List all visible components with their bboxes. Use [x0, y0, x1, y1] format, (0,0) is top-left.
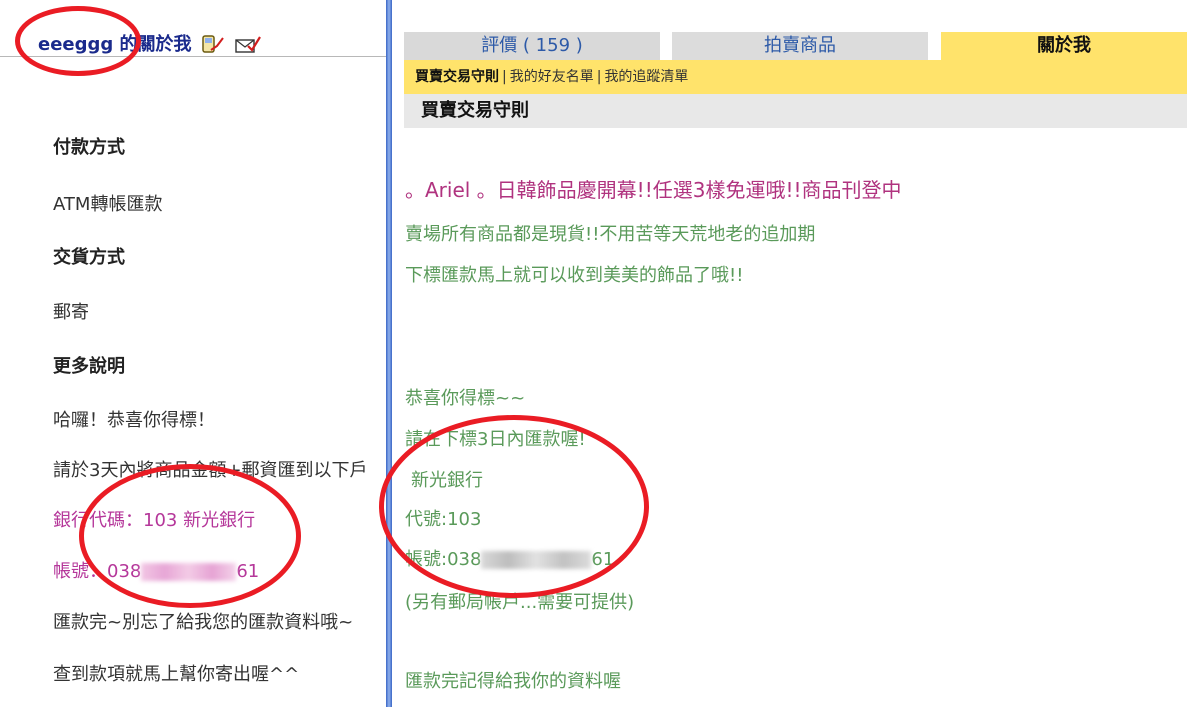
subnav-trading-rules[interactable]: 買賣交易守則	[415, 69, 499, 85]
delivery-value: 郵寄	[53, 302, 89, 323]
promo-headline: 。Ariel 。日韓飾品慶開幕!!任選3樣免運哦!!商品刊登中	[405, 178, 902, 202]
reminder-line: 匯款完~別忘了給我您的匯款資料哦~	[53, 612, 354, 633]
annotation-circle	[379, 415, 649, 598]
congrats-line: 恭喜你得標~~	[405, 388, 526, 409]
more-heading: 更多說明	[53, 356, 125, 377]
subnav-separator: |	[502, 69, 507, 85]
tab-reviews[interactable]: 評價 ( 159 )	[404, 32, 660, 60]
receive-line: 下標匯款馬上就可以收到美美的飾品了哦!!	[405, 265, 744, 286]
payment-value: ATM轉帳匯款	[53, 194, 163, 215]
subnav-separator: |	[596, 69, 602, 85]
sub-navigation: 買賣交易守則 | 我的好友名單 | 我的追蹤清單	[404, 60, 1187, 94]
payment-heading: 付款方式	[53, 137, 125, 158]
final-reminder: 匯款完記得給我你的資料喔	[405, 671, 621, 692]
section-title: 買賣交易守則	[421, 100, 529, 121]
mail-check-icon[interactable]	[234, 34, 262, 58]
annotation-circle	[79, 464, 301, 608]
subnav-friends-list[interactable]: 我的好友名單	[510, 69, 594, 85]
congrats-line: 哈囉！恭喜你得標！	[53, 410, 215, 431]
subnav-watchlist[interactable]: 我的追蹤清單	[604, 69, 688, 85]
phone-edit-icon[interactable]	[201, 34, 225, 58]
delivery-heading: 交貨方式	[53, 247, 125, 268]
tab-auction-items[interactable]: 拍賣商品	[672, 32, 928, 60]
annotation-circle	[15, 6, 141, 76]
right-panel: 評價 ( 159 ) 拍賣商品 關於我 買賣交易守則 | 我的好友名單 | 我的追蹤清單…	[392, 0, 1187, 707]
tab-about-me[interactable]: 關於我	[941, 32, 1187, 60]
stock-line: 賣場所有商品都是現貨!!不用苦等天荒地老的追加期	[405, 224, 816, 245]
ship-line: 查到款項就馬上幫你寄出喔^^	[53, 664, 300, 685]
section-title-bar: 買賣交易守則	[404, 94, 1187, 128]
